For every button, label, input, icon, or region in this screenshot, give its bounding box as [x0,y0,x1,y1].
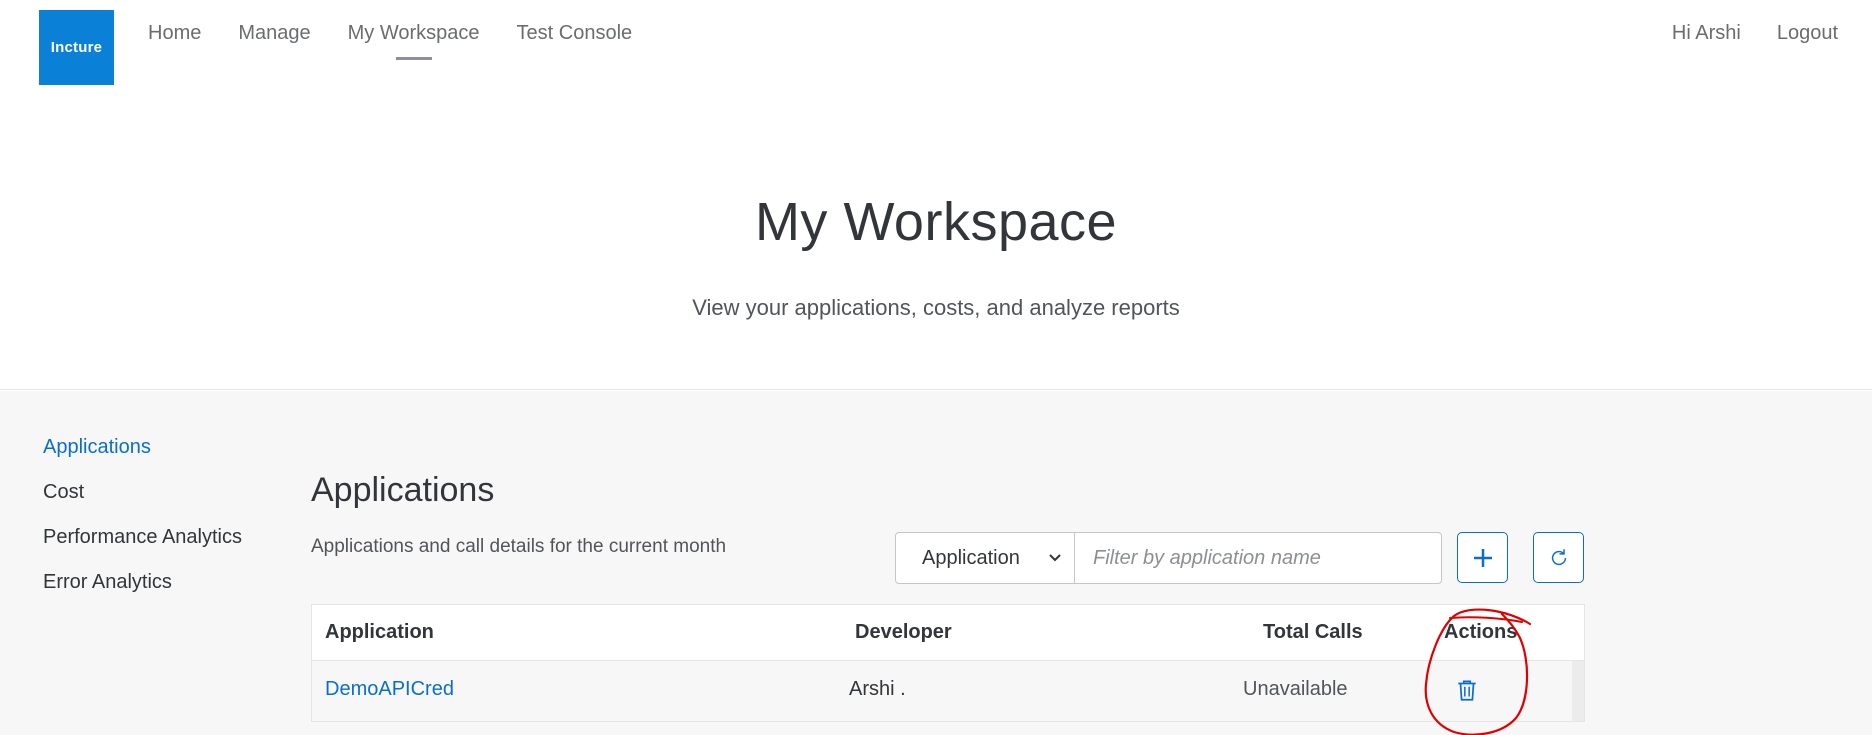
developer-name: Arshi . [849,678,906,700]
application-name-link[interactable]: DemoAPICred [325,678,454,701]
content-area: Applications Cost Performance Analytics … [0,391,1872,735]
nav-manage[interactable]: Manage [238,20,310,60]
column-header-actions: Actions [1444,621,1518,643]
nav-my-workspace[interactable]: My Workspace [348,20,480,60]
plus-icon [1473,548,1492,567]
nav-home[interactable]: Home [148,20,201,60]
filter-search-input[interactable] [1074,532,1442,584]
total-calls-value: Unavailable [1243,678,1348,700]
filter-type-select[interactable]: Application [895,532,1075,584]
logout-link[interactable]: Logout [1777,20,1838,46]
refresh-button[interactable] [1533,532,1584,583]
nav-test-console[interactable]: Test Console [517,20,633,60]
table-scrollbar[interactable] [1572,661,1584,721]
sidebar-item-cost[interactable]: Cost [43,478,242,523]
hero-banner: My Workspace View your applications, cos… [0,95,1872,390]
column-header-application[interactable]: Application [325,621,434,644]
table-row[interactable]: DemoAPICred Arshi . Unavailable [312,661,1584,721]
logo-text: Incture [50,39,103,56]
filter-type-value: Application [922,546,1020,569]
page-title: My Workspace [754,192,1118,252]
section-title: Applications [311,471,495,509]
top-header: Incture Home Manage My Workspace Test Co… [0,0,1872,95]
side-nav: Applications Cost Performance Analytics … [43,433,242,613]
table-header: Application Developer Total Calls Action… [312,605,1584,661]
add-application-button[interactable] [1457,532,1508,583]
sidebar-item-performance-analytics[interactable]: Performance Analytics [43,523,242,568]
page-subtitle: View your applications, costs, and analy… [692,295,1180,320]
user-area: Hi Arshi Logout [1636,20,1838,46]
chevron-down-icon [1049,554,1061,562]
sidebar-item-applications[interactable]: Applications [43,433,242,478]
trash-icon[interactable] [1454,677,1480,703]
sidebar-item-error-analytics[interactable]: Error Analytics [43,568,242,613]
section-subtitle: Applications and call details for the cu… [311,536,727,557]
column-header-developer[interactable]: Developer [855,621,952,644]
incture-logo[interactable]: Incture [39,10,114,85]
applications-table: Application Developer Total Calls Action… [311,604,1585,722]
user-greeting[interactable]: Hi Arshi [1672,20,1741,46]
main-nav: Home Manage My Workspace Test Console [148,20,669,60]
refresh-icon [1551,548,1566,565]
column-header-total-calls[interactable]: Total Calls [1263,621,1363,644]
